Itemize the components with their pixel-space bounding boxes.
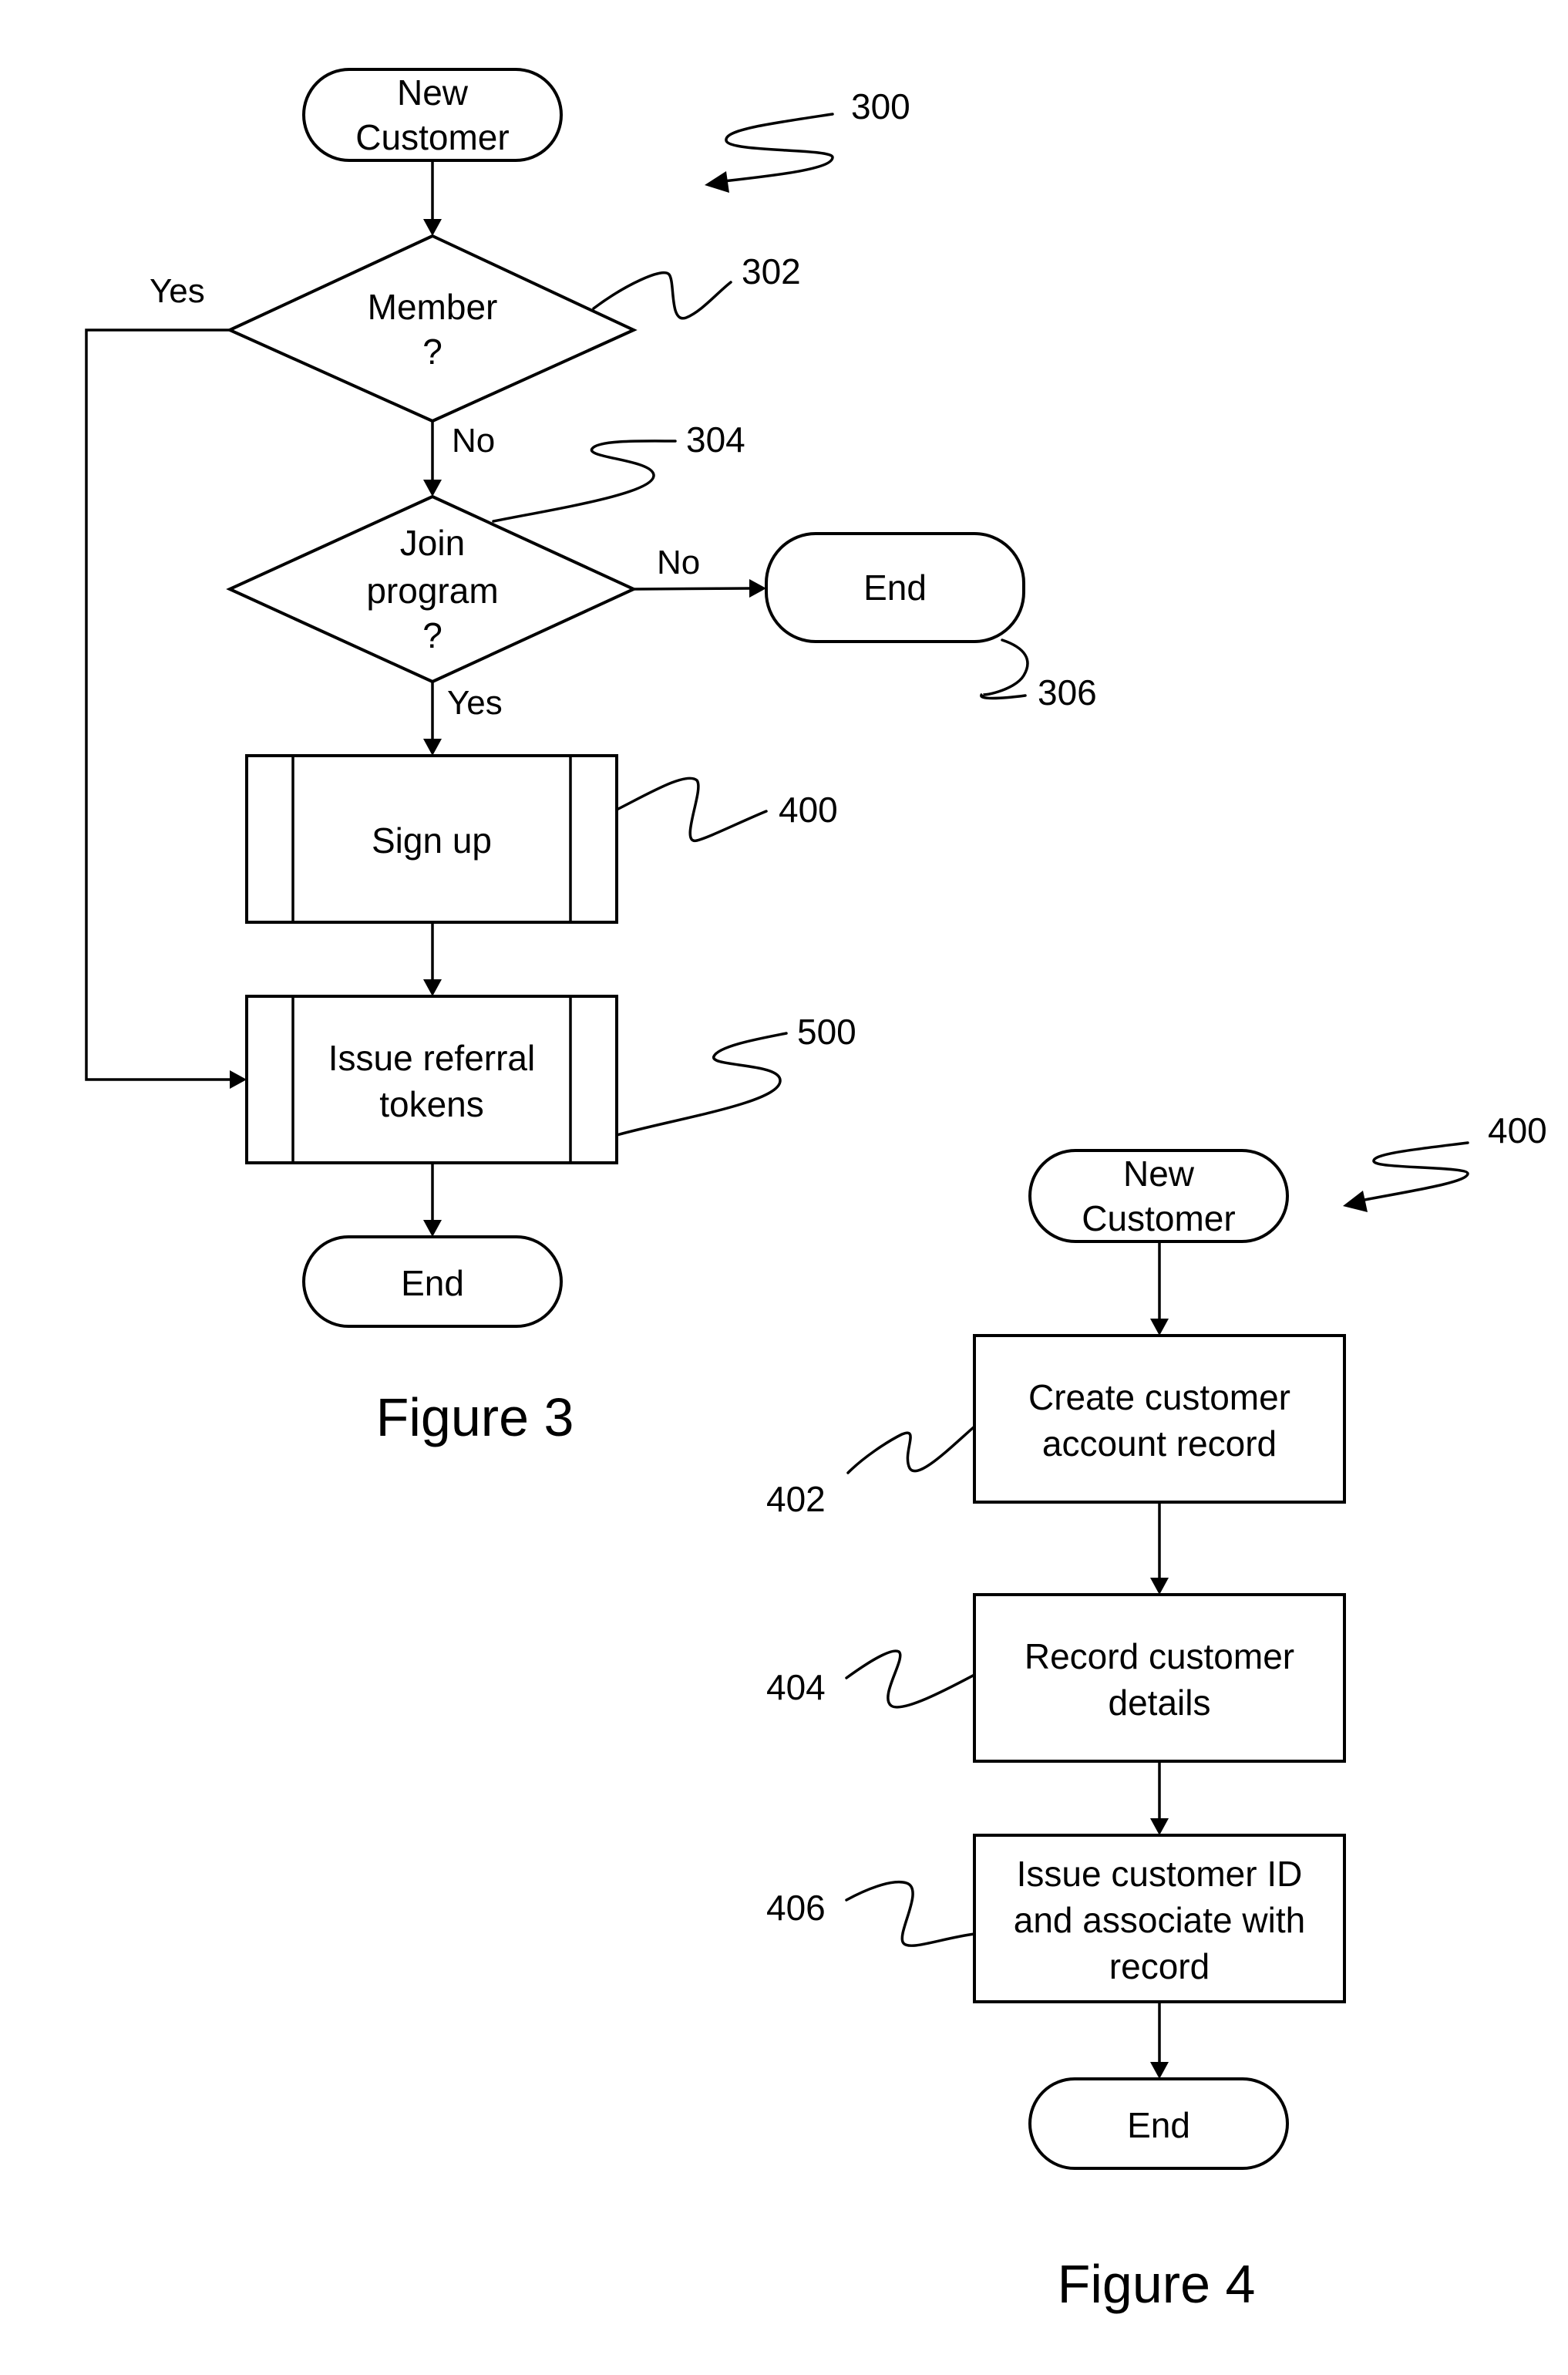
arrowhead-icon <box>423 979 442 996</box>
end-306-label: End <box>863 568 927 608</box>
end-label: End <box>401 1263 464 1303</box>
arrowhead-icon <box>423 1220 442 1237</box>
edge-label-join-yes: Yes <box>447 684 503 722</box>
step-record-customer-details <box>973 1593 1346 1763</box>
fig4-end-label: End <box>1127 2105 1190 2145</box>
step-406-line3: record <box>1109 1946 1210 1986</box>
edge-label-member-no: No <box>452 422 495 460</box>
arrowhead-icon <box>423 219 442 236</box>
step-406-line1: Issue customer ID <box>1017 1854 1303 1894</box>
decision-join-line3: ? <box>422 615 442 655</box>
decision-join-line2: program <box>366 571 498 611</box>
ref-300: 300 <box>851 86 910 126</box>
arrowhead-icon <box>749 579 766 598</box>
ref-304-leader <box>492 440 677 523</box>
edge-label-join-no: No <box>657 544 700 581</box>
ref-402: 402 <box>766 1479 826 1519</box>
figure-3-caption: Figure 3 <box>376 1387 574 1447</box>
ref-304: 304 <box>686 419 745 460</box>
step-406-line2: and associate with <box>1014 1900 1305 1940</box>
arrowhead-icon <box>423 480 442 497</box>
arrowhead-icon <box>1150 1818 1169 1835</box>
step-402-line2: account record <box>1042 1423 1277 1464</box>
figure-4: 400 New Customer Create customer account… <box>766 1110 1547 2314</box>
ref-300-arrowhead-icon <box>705 171 729 193</box>
ref-400-fig4-leader <box>1355 1141 1469 1203</box>
ref-400-fig4: 400 <box>1488 1110 1547 1150</box>
ref-306-leader <box>980 638 1029 700</box>
issue-tokens-line1: Issue referral <box>328 1038 535 1078</box>
decision-member-line2: ? <box>422 332 442 372</box>
ref-400-fig4-arrowhead-icon <box>1343 1191 1368 1212</box>
ref-404-leader <box>845 1649 976 1709</box>
ref-404: 404 <box>766 1667 826 1707</box>
arrowhead-icon <box>1150 2062 1169 2079</box>
fig4-start-line2: Customer <box>1082 1198 1235 1238</box>
step-create-account-record <box>973 1334 1346 1504</box>
decision-member-line1: Member <box>368 287 498 327</box>
ref-302: 302 <box>742 251 801 291</box>
ref-302-leader <box>592 271 732 320</box>
arrowhead-icon <box>230 1070 247 1089</box>
ref-400: 400 <box>779 790 838 830</box>
decision-join-line1: Join <box>400 523 465 563</box>
connector-member-yes-to-issue-tokens <box>85 328 231 1081</box>
fig4-start-line1: New <box>1123 1154 1195 1194</box>
ref-306: 306 <box>1038 672 1097 712</box>
arrowhead-icon <box>423 739 442 756</box>
sign-up-label: Sign up <box>372 820 492 861</box>
patent-drawing: 300 New Customer Member ? 302 Yes No Joi… <box>85 68 1547 2314</box>
figure-3: 300 New Customer Member ? 302 Yes No Joi… <box>85 68 1097 1447</box>
connector-join-no-to-end <box>633 587 752 591</box>
start-label-line1: New <box>397 72 469 113</box>
step-402-line1: Create customer <box>1028 1377 1290 1417</box>
ref-300-leader <box>715 113 834 184</box>
issue-tokens-line2: tokens <box>379 1084 484 1124</box>
ref-402-leader <box>846 1425 976 1474</box>
ref-500-leader <box>615 1032 788 1137</box>
ref-406-leader <box>845 1881 976 1947</box>
arrowhead-icon <box>1150 1319 1169 1336</box>
figure-4-caption: Figure 4 <box>1058 2254 1256 2314</box>
arrowhead-icon <box>1150 1578 1169 1595</box>
edge-label-member-yes: Yes <box>150 272 205 310</box>
ref-406: 406 <box>766 1888 826 1928</box>
ref-400-leader <box>615 777 768 842</box>
process-issue-referral-tokens <box>245 995 618 1164</box>
step-404-line1: Record customer <box>1025 1636 1294 1676</box>
decision-member <box>226 234 638 423</box>
ref-500: 500 <box>797 1012 856 1052</box>
step-404-line2: details <box>1109 1683 1211 1723</box>
start-label-line2: Customer <box>355 117 509 157</box>
